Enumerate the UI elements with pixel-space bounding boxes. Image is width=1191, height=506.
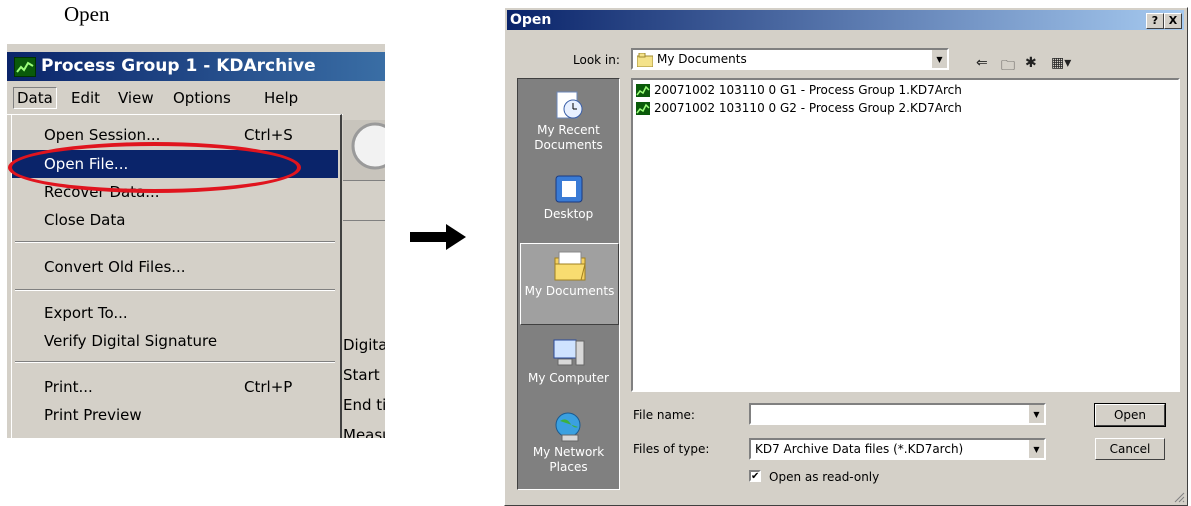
menu-edit[interactable]: Edit xyxy=(71,89,100,107)
menu-separator xyxy=(15,289,335,291)
place-desktop[interactable]: Desktop xyxy=(520,167,617,233)
cancel-button[interactable]: Cancel xyxy=(1095,438,1165,460)
chevron-down-icon[interactable]: ▼ xyxy=(931,50,947,68)
new-folder-icon[interactable]: ✱ xyxy=(1025,55,1037,71)
right-arrow-icon xyxy=(410,224,466,250)
up-folder-icon[interactable]: 🗀 xyxy=(1001,55,1015,79)
network-globe-icon xyxy=(555,412,580,442)
menu-item-label: Print Preview xyxy=(44,406,142,424)
window-title-bar: Process Group 1 - KDArchive xyxy=(7,52,385,81)
file-name: 20071002 103110 0 G1 - Process Group 1.K… xyxy=(654,83,962,97)
look-in-label: Look in: xyxy=(573,53,620,67)
bg-text-fragment: Digital xyxy=(343,336,385,354)
place-label: My Recent Documents xyxy=(534,123,603,152)
file-name: 20071002 103110 0 G2 - Process Group 2.K… xyxy=(654,101,962,115)
menu-help[interactable]: Help xyxy=(264,89,298,107)
bg-text-fragment: Start I xyxy=(343,366,385,384)
menu-item-print[interactable]: Print... Ctrl+P xyxy=(12,373,338,401)
app-logo-icon xyxy=(14,57,36,77)
magnifier-icon xyxy=(351,122,385,170)
menu-view[interactable]: View xyxy=(118,89,154,107)
places-bar: My Recent Documents Desktop My Documents xyxy=(517,78,620,490)
my-documents-folder-icon xyxy=(554,251,586,281)
chevron-down-icon[interactable]: ▼ xyxy=(1028,405,1044,423)
menu-separator xyxy=(15,361,335,363)
dialog-title-bar: Open ? X xyxy=(507,10,1184,30)
window-title: Process Group 1 - KDArchive xyxy=(41,56,316,76)
files-of-type-value: KD7 Archive Data files (*.KD7arch) xyxy=(755,442,964,456)
close-button[interactable]: X xyxy=(1164,13,1182,29)
place-my-network-places[interactable]: My Network Places xyxy=(520,405,617,487)
open-button[interactable]: Open xyxy=(1094,403,1166,427)
bg-text-fragment: Measu xyxy=(343,426,385,438)
menu-item-shortcut: Ctrl+S xyxy=(244,126,293,144)
resize-grip-icon[interactable] xyxy=(1173,491,1185,503)
open-dialog: Open ? X Look in: My Documents ▼ ⇐ 🗀 ✱ ▦… xyxy=(504,7,1188,506)
place-label: My Computer xyxy=(528,371,609,385)
menu-bar: Data Edit View Options Help xyxy=(7,82,385,115)
menu-item-close-data[interactable]: Close Data xyxy=(12,206,338,234)
menu-item-label: Verify Digital Signature xyxy=(44,332,218,350)
chevron-down-icon[interactable]: ▼ xyxy=(1028,440,1044,458)
my-computer-icon xyxy=(553,339,584,366)
place-label: Desktop xyxy=(543,207,594,221)
look-in-combo[interactable]: My Documents ▼ xyxy=(631,48,949,70)
menu-separator xyxy=(15,241,335,243)
menu-item-label: Close Data xyxy=(44,211,126,229)
look-in-value: My Documents xyxy=(657,52,747,66)
menu-data[interactable]: Data xyxy=(13,87,57,109)
files-of-type-select[interactable]: KD7 Archive Data files (*.KD7arch) ▼ xyxy=(749,438,1046,460)
background-app-content: Digital Start I End tir Measu udit xyxy=(343,114,385,438)
bg-text-fragment: End tir xyxy=(343,396,385,414)
dialog-title: Open xyxy=(510,12,552,28)
place-my-documents[interactable]: My Documents xyxy=(520,243,619,325)
file-name-input[interactable]: ▼ xyxy=(749,403,1046,425)
menu-item-label: Print... xyxy=(44,378,93,396)
view-menu-icon[interactable]: ▦▾ xyxy=(1051,55,1071,71)
place-my-recent-documents[interactable]: My Recent Documents xyxy=(520,83,617,165)
menu-item-print-preview[interactable]: Print Preview xyxy=(12,401,338,429)
magnifier-toolbar-area xyxy=(343,120,385,181)
read-only-checkbox[interactable]: ✔ xyxy=(749,470,761,482)
kdarchive-window: Process Group 1 - KDArchive Data Edit Vi… xyxy=(7,44,385,438)
step-caption: Open xyxy=(64,2,110,26)
menu-options[interactable]: Options xyxy=(173,89,231,107)
files-of-type-label: Files of type: xyxy=(633,442,710,456)
desktop-icon xyxy=(555,175,582,203)
kd7arch-file-icon xyxy=(636,102,650,115)
place-label: My Network Places xyxy=(532,445,605,474)
menu-item-verify-signature[interactable]: Verify Digital Signature xyxy=(12,327,338,355)
help-button[interactable]: ? xyxy=(1146,13,1164,29)
menu-item-shortcut: Ctrl+P xyxy=(244,378,293,396)
annotation-highlight-ring xyxy=(8,142,301,193)
menu-item-export-to[interactable]: Export To... xyxy=(12,299,338,327)
place-label: My Documents xyxy=(524,284,615,298)
menu-item-label: Convert Old Files... xyxy=(44,258,186,276)
recent-documents-icon xyxy=(556,91,582,119)
place-my-computer[interactable]: My Computer xyxy=(520,331,617,395)
back-icon[interactable]: ⇐ xyxy=(976,55,988,71)
file-list: 20071002 103110 0 G1 - Process Group 1.K… xyxy=(631,78,1180,392)
menu-item-label: Export To... xyxy=(44,304,128,322)
menu-item-convert-old-files[interactable]: Convert Old Files... xyxy=(12,253,338,281)
read-only-label: Open as read-only xyxy=(769,470,880,484)
kd7arch-file-icon xyxy=(636,84,650,97)
file-name-label: File name: xyxy=(633,408,695,422)
folder-icon xyxy=(637,53,653,67)
